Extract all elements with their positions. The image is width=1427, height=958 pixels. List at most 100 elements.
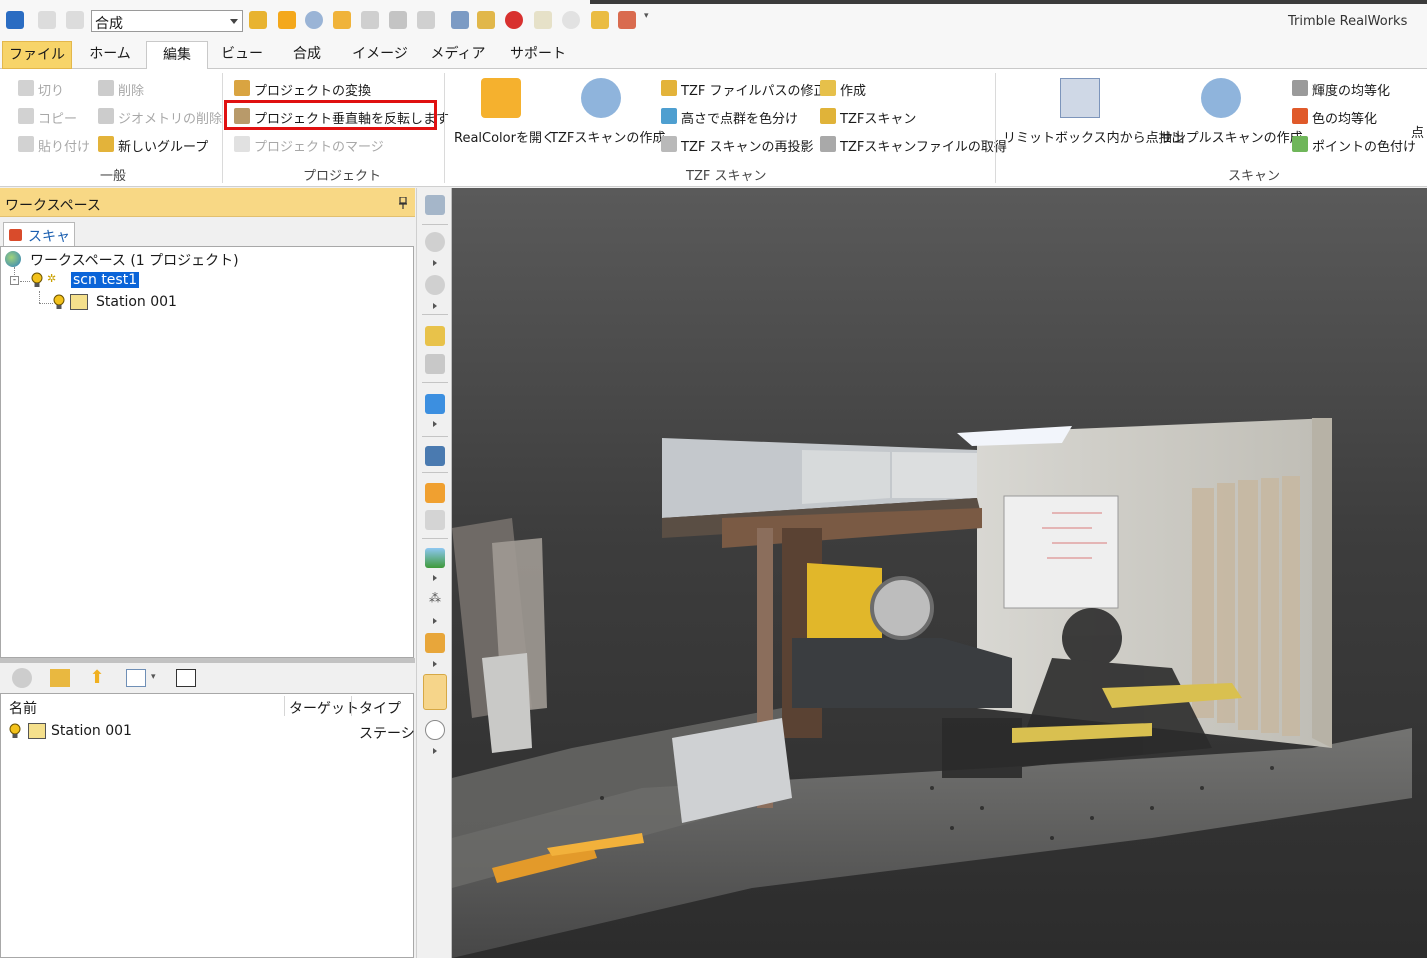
collapse-toggle-icon[interactable]: - — [10, 276, 19, 285]
sample-scan-icon — [1201, 78, 1241, 118]
column-divider[interactable] — [284, 696, 285, 716]
pin-icon[interactable] — [399, 197, 407, 209]
expand-arrow-icon[interactable] — [433, 575, 437, 581]
point-size-icon[interactable]: ⁂ — [425, 591, 445, 611]
column-divider[interactable] — [351, 696, 352, 716]
cube-icon[interactable] — [425, 394, 445, 414]
station-icon — [70, 294, 88, 310]
tab-home[interactable]: ホーム — [78, 41, 142, 69]
rotate-icon[interactable] — [425, 275, 445, 295]
lightbulb-icon[interactable] — [53, 294, 65, 310]
list-row[interactable]: Station 001 ステーショ — [9, 721, 429, 743]
expand-arrow-icon[interactable] — [433, 618, 437, 624]
add-folder-icon[interactable] — [50, 669, 70, 687]
open-realcolor-button[interactable]: RealColorを開く — [454, 78, 555, 146]
tree-connector — [39, 303, 53, 304]
group-separator — [444, 73, 445, 183]
view-toolbar: ⁂ — [416, 188, 452, 958]
expand-arrow-icon[interactable] — [433, 661, 437, 667]
workspace-tree: ワークスペース (1 プロジェクト) - ✲ scn test1 Station… — [0, 246, 414, 658]
toolbar-separator — [422, 314, 448, 315]
box-icon[interactable] — [425, 633, 445, 653]
toolbar-separator — [422, 382, 448, 383]
layers-icon[interactable] — [425, 510, 445, 530]
lightbulb-icon[interactable] — [31, 272, 43, 288]
toolbar-separator — [422, 224, 448, 225]
tzf-scan-icon — [581, 78, 621, 118]
group-label-scan: スキャン — [1228, 169, 1281, 184]
warning-icon[interactable] — [425, 483, 445, 503]
tzf-file-icon — [820, 136, 836, 152]
group-separator — [222, 73, 223, 183]
tab-file[interactable]: ファイル — [2, 41, 72, 69]
create-sample-scan-button[interactable]: サンプルスキャンの作成 — [1160, 78, 1303, 146]
scissors-icon — [18, 80, 34, 96]
chevron-down-icon[interactable]: ▾ — [151, 672, 156, 682]
document-icon[interactable] — [417, 11, 435, 29]
column-header-name[interactable]: 名前 — [9, 698, 37, 718]
tab-media[interactable]: メディア — [425, 41, 491, 69]
redo-icon[interactable] — [66, 11, 84, 29]
overflow-ribbon-item[interactable]: 点 — [1411, 122, 1424, 144]
scan-tab-icon — [9, 229, 22, 241]
3d-viewport[interactable] — [452, 188, 1427, 958]
tab-edit[interactable]: 編集 — [146, 41, 208, 70]
dropdown-icon[interactable]: ▾ — [644, 11, 652, 29]
expand-arrow-icon[interactable] — [433, 421, 437, 427]
open-project-icon[interactable] — [249, 11, 267, 29]
home-icon[interactable] — [6, 11, 24, 29]
chevron-down-icon — [230, 19, 238, 24]
arrow-up-icon[interactable]: ⬆ — [87, 668, 107, 688]
tab-image[interactable]: イメージ — [344, 41, 416, 69]
column-header-type[interactable]: タイプ — [359, 698, 401, 718]
scene-color-icon[interactable] — [425, 548, 445, 568]
fly-mode-icon[interactable] — [425, 326, 445, 346]
extract-limit-box-button[interactable]: リミットボックス内から点抽出 — [1003, 78, 1185, 146]
folder-icon[interactable] — [591, 11, 609, 29]
camera-icon[interactable] — [333, 11, 351, 29]
workspace-header: ワークスペース — [0, 188, 415, 217]
expand-arrow-icon[interactable] — [433, 260, 437, 266]
point-cloud[interactable] — [452, 188, 1427, 958]
globe-icon[interactable] — [305, 11, 323, 29]
view-cube-icon[interactable] — [425, 195, 445, 215]
magnet-icon[interactable] — [505, 11, 523, 29]
circle-icon[interactable] — [425, 720, 445, 740]
zoom-extent-icon[interactable] — [425, 354, 445, 374]
save-icon[interactable] — [361, 11, 379, 29]
ribbon: 切り コピー 貼り付け 削除 ジオメトリの削除 新しいグループ 一般 プロジェク… — [0, 69, 1427, 187]
list-toolbar: ⬆ ▾ — [0, 663, 415, 693]
expand-arrow-icon[interactable] — [433, 303, 437, 309]
workspace-title: ワークスペース — [5, 198, 101, 214]
layout-icon[interactable] — [176, 669, 196, 687]
render-mode-icon[interactable] — [425, 446, 445, 466]
mode-combo[interactable]: 合成 — [91, 10, 243, 32]
ruler-icon[interactable] — [451, 11, 469, 29]
tab-scan[interactable]: スキャン — [3, 222, 75, 265]
create-tzf-scan-button[interactable]: TZFスキャンの作成 — [550, 78, 665, 146]
undo-icon[interactable] — [38, 11, 56, 29]
tab-composite[interactable]: 合成 — [278, 41, 336, 69]
realcolor-camera-icon — [481, 78, 521, 118]
expand-arrow-icon[interactable] — [433, 748, 437, 754]
image-mode-icon[interactable] — [423, 674, 447, 710]
pencil-icon[interactable] — [534, 11, 552, 29]
paste-icon — [18, 136, 34, 152]
window-icon[interactable] — [618, 11, 636, 29]
pen-icon[interactable] — [477, 11, 495, 29]
column-header-target[interactable]: ターゲット — [289, 698, 359, 718]
quick-access-toolbar: 合成 ▾ Trimble RealWorks — [0, 0, 1427, 40]
pan-hand-icon[interactable] — [425, 232, 445, 252]
zoom-icon[interactable] — [12, 668, 32, 688]
toolbar-separator — [422, 538, 448, 539]
save-as-icon[interactable] — [389, 11, 407, 29]
height-color-icon — [661, 108, 677, 124]
search-icon[interactable] — [278, 11, 296, 29]
station-icon — [28, 723, 46, 739]
eraser-icon[interactable] — [562, 11, 580, 29]
tab-view[interactable]: ビュー — [212, 41, 272, 69]
limit-box-icon — [1060, 78, 1100, 118]
lightbulb-icon[interactable] — [9, 723, 21, 739]
tab-support[interactable]: サポート — [502, 41, 574, 69]
view-options-icon[interactable] — [126, 669, 146, 687]
